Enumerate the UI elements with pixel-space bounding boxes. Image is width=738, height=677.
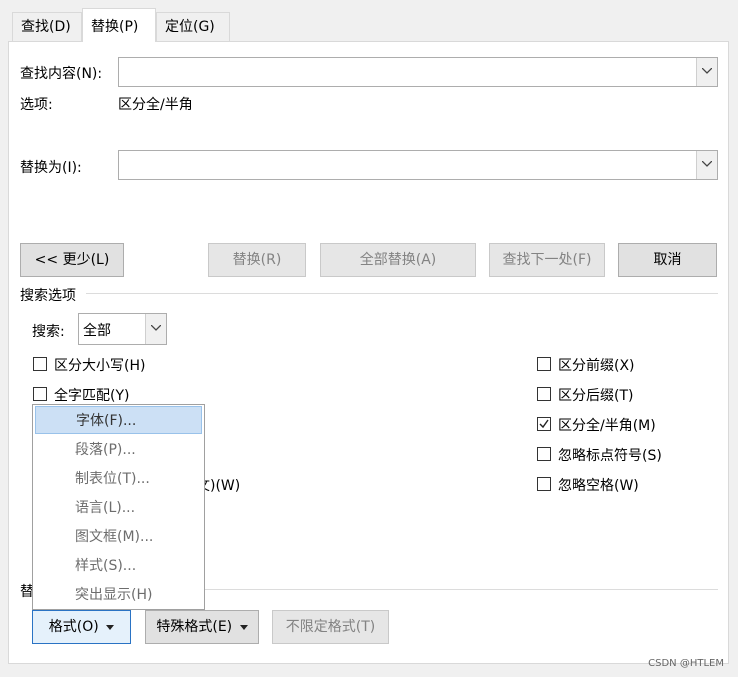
replace-button[interactable]: 替换(R) bbox=[208, 243, 306, 277]
search-options-heading: 搜索选项 bbox=[20, 288, 76, 304]
no-format-button[interactable]: 不限定格式(T) bbox=[272, 610, 389, 644]
whole-word-label: 全字匹配(Y) bbox=[54, 388, 130, 404]
menu-item-tabs[interactable]: 制表位(T)... bbox=[35, 465, 202, 493]
menu-item-font[interactable]: 字体(F)... bbox=[35, 406, 202, 434]
chevron-down-icon bbox=[702, 161, 712, 167]
watermark: CSDN @HTLEM bbox=[648, 658, 724, 669]
whitespace-checkbox[interactable] bbox=[537, 477, 551, 491]
replace-dropdown-button[interactable] bbox=[696, 151, 717, 179]
tab-goto[interactable]: 定位(G) bbox=[156, 12, 230, 41]
menu-item-frame[interactable]: 图文框(M)... bbox=[35, 523, 202, 551]
width-checkbox[interactable] bbox=[537, 417, 551, 431]
menu-item-paragraph[interactable]: 段落(P)... bbox=[35, 436, 202, 464]
special-format-button[interactable]: 特殊格式(E) bbox=[145, 610, 259, 644]
prefix-checkbox[interactable] bbox=[537, 357, 551, 371]
punctuation-label: 忽略标点符号(S) bbox=[558, 448, 662, 464]
prefix-label: 区分前缀(X) bbox=[558, 358, 635, 374]
replace-all-button[interactable]: 全部替换(A) bbox=[320, 243, 476, 277]
caret-down-icon bbox=[106, 624, 115, 630]
find-input[interactable] bbox=[118, 57, 718, 87]
menu-item-style[interactable]: 样式(S)... bbox=[35, 552, 202, 580]
options-value: 区分全/半角 bbox=[118, 97, 193, 113]
suffix-label: 区分后缀(T) bbox=[558, 388, 634, 404]
suffix-checkbox[interactable] bbox=[537, 387, 551, 401]
menu-item-highlight[interactable]: 突出显示(H) bbox=[35, 581, 202, 609]
checkmark-icon bbox=[539, 419, 549, 429]
tab-replace[interactable]: 替换(P) bbox=[82, 8, 156, 42]
whole-word-checkbox[interactable] bbox=[33, 387, 47, 401]
divider bbox=[86, 293, 718, 294]
divider bbox=[205, 589, 718, 590]
find-next-button[interactable]: 查找下一处(F) bbox=[489, 243, 605, 277]
find-label: 查找内容(N): bbox=[20, 66, 103, 82]
cancel-button[interactable]: 取消 bbox=[618, 243, 717, 277]
match-case-label: 区分大小写(H) bbox=[54, 358, 146, 374]
caret-down-icon bbox=[239, 624, 248, 630]
find-dropdown-button[interactable] bbox=[696, 58, 717, 86]
search-direction-label: 搜索: bbox=[32, 324, 65, 340]
replace-input[interactable] bbox=[118, 150, 718, 180]
chevron-down-icon bbox=[151, 325, 161, 331]
menu-item-language[interactable]: 语言(L)... bbox=[35, 494, 202, 522]
replace-label: 替换为(I): bbox=[20, 160, 82, 176]
whitespace-label: 忽略空格(W) bbox=[558, 478, 639, 494]
options-label: 选项: bbox=[20, 97, 53, 113]
tab-find[interactable]: 查找(D) bbox=[12, 12, 82, 41]
punctuation-checkbox[interactable] bbox=[537, 447, 551, 461]
search-direction-dropdown[interactable] bbox=[145, 314, 166, 344]
match-case-checkbox[interactable] bbox=[33, 357, 47, 371]
less-button[interactable]: << 更少(L) bbox=[20, 243, 124, 277]
width-label: 区分全/半角(M) bbox=[558, 418, 656, 434]
format-menu: 字体(F)... 段落(P)... 制表位(T)... 语言(L)... 图文框… bbox=[32, 404, 205, 610]
format-button[interactable]: 格式(O) bbox=[32, 610, 131, 644]
chevron-down-icon bbox=[702, 68, 712, 74]
search-direction-select[interactable]: 全部 bbox=[78, 313, 167, 345]
